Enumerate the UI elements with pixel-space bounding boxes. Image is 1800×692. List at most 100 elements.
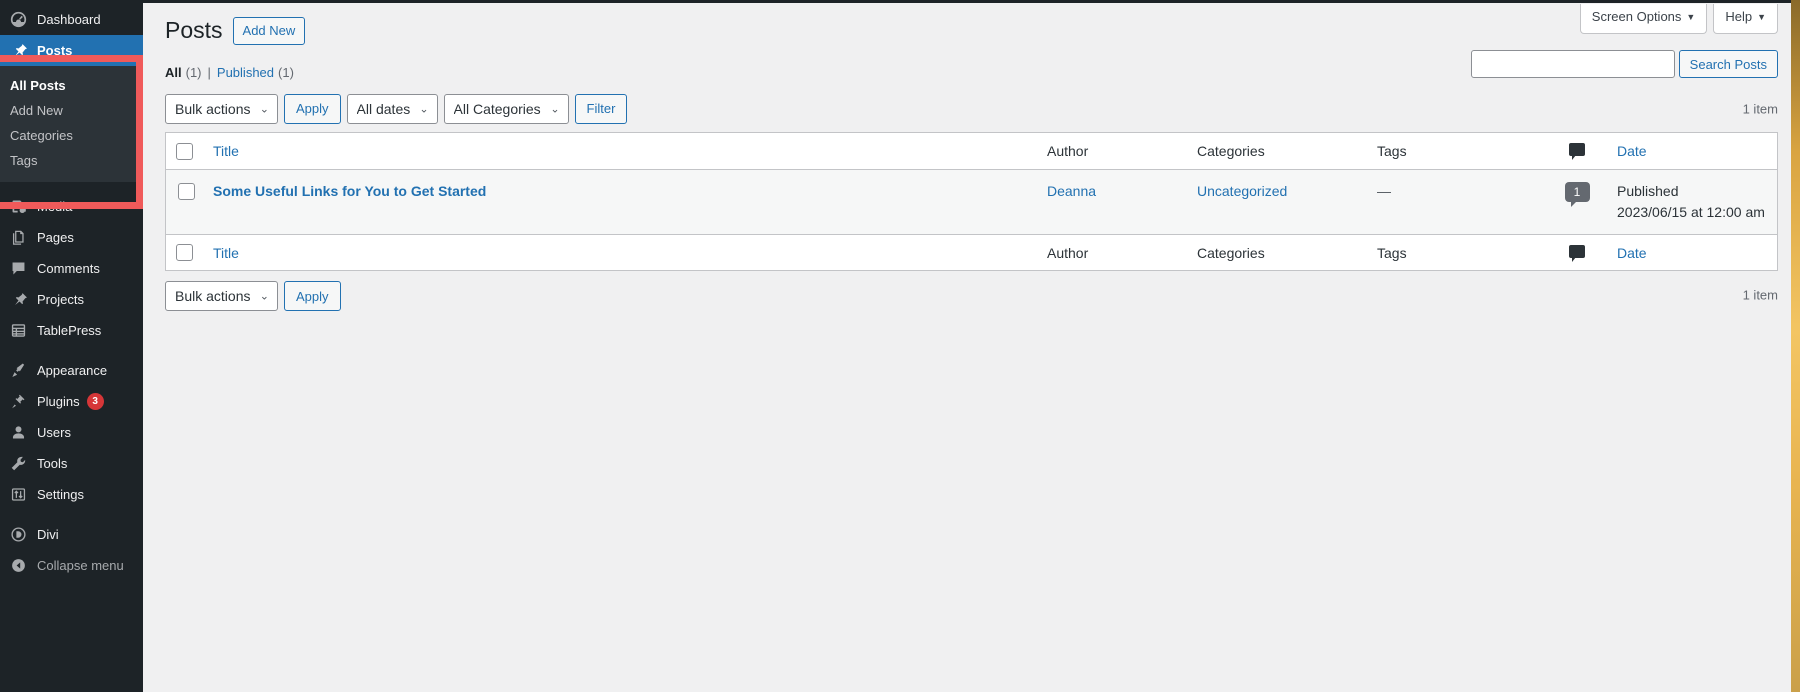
displaying-num-bottom: 1 item <box>1743 288 1778 303</box>
admin-top-bar <box>143 0 1800 3</box>
screen-meta-links: Screen Options▼ Help▼ <box>1580 4 1778 34</box>
row-comments-cell: 1 <box>1547 170 1607 234</box>
column-footer-comments[interactable] <box>1547 234 1607 271</box>
post-tags-value: — <box>1377 183 1391 199</box>
column-footer-title[interactable]: Title <box>203 234 1037 271</box>
help-button[interactable]: Help▼ <box>1713 4 1778 34</box>
menu-separator <box>0 510 143 519</box>
table-footer-row: Title Author Categories Tags <box>166 234 1777 271</box>
column-header-title[interactable]: Title <box>203 133 1037 170</box>
row-author-cell: Deanna <box>1037 170 1187 234</box>
filter-by-date-select[interactable]: All dates <box>347 94 438 124</box>
brush-icon <box>8 361 28 381</box>
row-title-cell: Some Useful Links for You to Get Started <box>203 170 1037 234</box>
search-posts-form: Search Posts <box>1471 50 1778 78</box>
column-footer-tags: Tags <box>1367 234 1547 271</box>
pin-icon <box>8 41 28 61</box>
pages-icon <box>8 228 28 248</box>
bulk-actions-select-wrapper: Bulk actions ⌄ <box>165 94 284 124</box>
column-header-comments[interactable] <box>1547 133 1607 170</box>
column-footer-date[interactable]: Date <box>1607 234 1777 271</box>
column-header-date[interactable]: Date <box>1607 133 1777 170</box>
sidebar-item-appearance[interactable]: Appearance <box>0 355 143 386</box>
plugins-update-badge: 3 <box>87 393 104 410</box>
column-footer-date-link[interactable]: Date <box>1617 245 1647 261</box>
column-header-tags: Tags <box>1367 133 1547 170</box>
column-footer-tags-label: Tags <box>1377 245 1407 261</box>
bulk-actions-select-top[interactable]: Bulk actions <box>165 94 278 124</box>
sidebar-item-label: Posts <box>37 44 72 57</box>
column-header-title-link[interactable]: Title <box>213 143 239 159</box>
bulk-actions-select-bottom[interactable]: Bulk actions <box>165 281 278 311</box>
post-date-value: 2023/06/15 at 12:00 am <box>1617 202 1767 223</box>
column-footer-categories: Categories <box>1187 234 1367 271</box>
posts-table-head: Title Author Categories Tags <box>166 133 1777 170</box>
submenu-item-tags[interactable]: Tags <box>0 148 143 173</box>
select-all-checkbox-bottom[interactable] <box>176 244 193 261</box>
sidebar-item-media[interactable]: Media <box>0 191 143 222</box>
post-category-link[interactable]: Uncategorized <box>1197 183 1287 199</box>
select-all-header <box>166 133 203 170</box>
filter-button[interactable]: Filter <box>575 94 628 124</box>
filter-by-category-select[interactable]: All Categories <box>444 94 569 124</box>
column-header-categories-label: Categories <box>1197 143 1265 159</box>
filter-link-published[interactable]: Published (1) <box>217 60 294 86</box>
column-header-date-link[interactable]: Date <box>1617 143 1647 159</box>
search-posts-button[interactable]: Search Posts <box>1679 50 1778 78</box>
column-footer-author-label: Author <box>1047 245 1088 261</box>
column-header-author-label: Author <box>1047 143 1088 159</box>
sliders-icon <box>8 485 28 505</box>
sidebar-item-pages[interactable]: Pages <box>0 222 143 253</box>
sidebar-item-label: Tools <box>37 457 67 470</box>
sidebar-item-plugins[interactable]: Plugins 3 <box>0 386 143 417</box>
sidebar-item-users[interactable]: Users <box>0 417 143 448</box>
comment-count-badge[interactable]: 1 <box>1565 182 1590 202</box>
table-icon <box>8 321 28 341</box>
row-checkbox[interactable] <box>178 183 195 200</box>
search-input[interactable] <box>1471 50 1675 78</box>
filter-all-count: (1) <box>186 60 202 86</box>
bulk-actions-select-wrapper-bottom: Bulk actions ⌄ <box>165 281 284 311</box>
post-status-label: Published <box>1617 181 1767 202</box>
page-title: Posts <box>165 16 223 46</box>
filter-all-label: All <box>165 60 182 86</box>
submenu-item-all-posts[interactable]: All Posts <box>0 73 143 98</box>
sidebar-item-comments[interactable]: Comments <box>0 253 143 284</box>
select-all-checkbox-top[interactable] <box>176 143 193 160</box>
sidebar-item-tools[interactable]: Tools <box>0 448 143 479</box>
comment-bubble-icon <box>1569 245 1585 258</box>
post-author-link[interactable]: Deanna <box>1047 183 1096 199</box>
sidebar-item-posts[interactable]: Posts <box>0 35 143 66</box>
sidebar-item-tablepress[interactable]: TablePress <box>0 315 143 346</box>
apply-button-top[interactable]: Apply <box>284 94 341 124</box>
filter-published-label[interactable]: Published <box>217 60 274 86</box>
column-footer-categories-label: Categories <box>1197 245 1265 261</box>
submenu-item-add-new[interactable]: Add New <box>0 98 143 123</box>
page-right-edge-strip <box>1791 0 1800 692</box>
sidebar-item-label: Appearance <box>37 364 107 377</box>
submenu-item-categories[interactable]: Categories <box>0 123 143 148</box>
sidebar-item-dashboard[interactable]: Dashboard <box>0 4 143 35</box>
sidebar-item-divi[interactable]: Divi <box>0 519 143 550</box>
sidebar-item-label: Dashboard <box>37 13 101 26</box>
dates-select-wrapper: All dates ⌄ <box>347 94 444 124</box>
sidebar-item-settings[interactable]: Settings <box>0 479 143 510</box>
column-footer-title-link[interactable]: Title <box>213 245 239 261</box>
filter-link-all[interactable]: All (1) <box>165 60 202 86</box>
sidebar-item-projects[interactable]: Projects <box>0 284 143 315</box>
table-row[interactable]: Some Useful Links for You to Get Started… <box>166 170 1777 234</box>
posts-table: Title Author Categories Tags <box>165 132 1778 272</box>
wrench-icon <box>8 454 28 474</box>
add-new-post-button[interactable]: Add New <box>233 17 306 46</box>
main-content-area: Screen Options▼ Help▼ Posts Add New Sear… <box>143 0 1800 692</box>
posts-table-foot: Title Author Categories Tags <box>166 234 1777 271</box>
table-header-row: Title Author Categories Tags <box>166 133 1777 170</box>
apply-button-bottom[interactable]: Apply <box>284 281 341 311</box>
sidebar-item-collapse-menu[interactable]: Collapse menu <box>0 550 143 581</box>
screen-options-button[interactable]: Screen Options▼ <box>1580 4 1708 34</box>
chevron-down-icon: ▼ <box>1757 12 1766 22</box>
filter-published-count: (1) <box>278 60 294 86</box>
sidebar-item-label: Media <box>37 200 72 213</box>
post-title-link[interactable]: Some Useful Links for You to Get Started <box>213 183 486 199</box>
column-header-tags-label: Tags <box>1377 143 1407 159</box>
